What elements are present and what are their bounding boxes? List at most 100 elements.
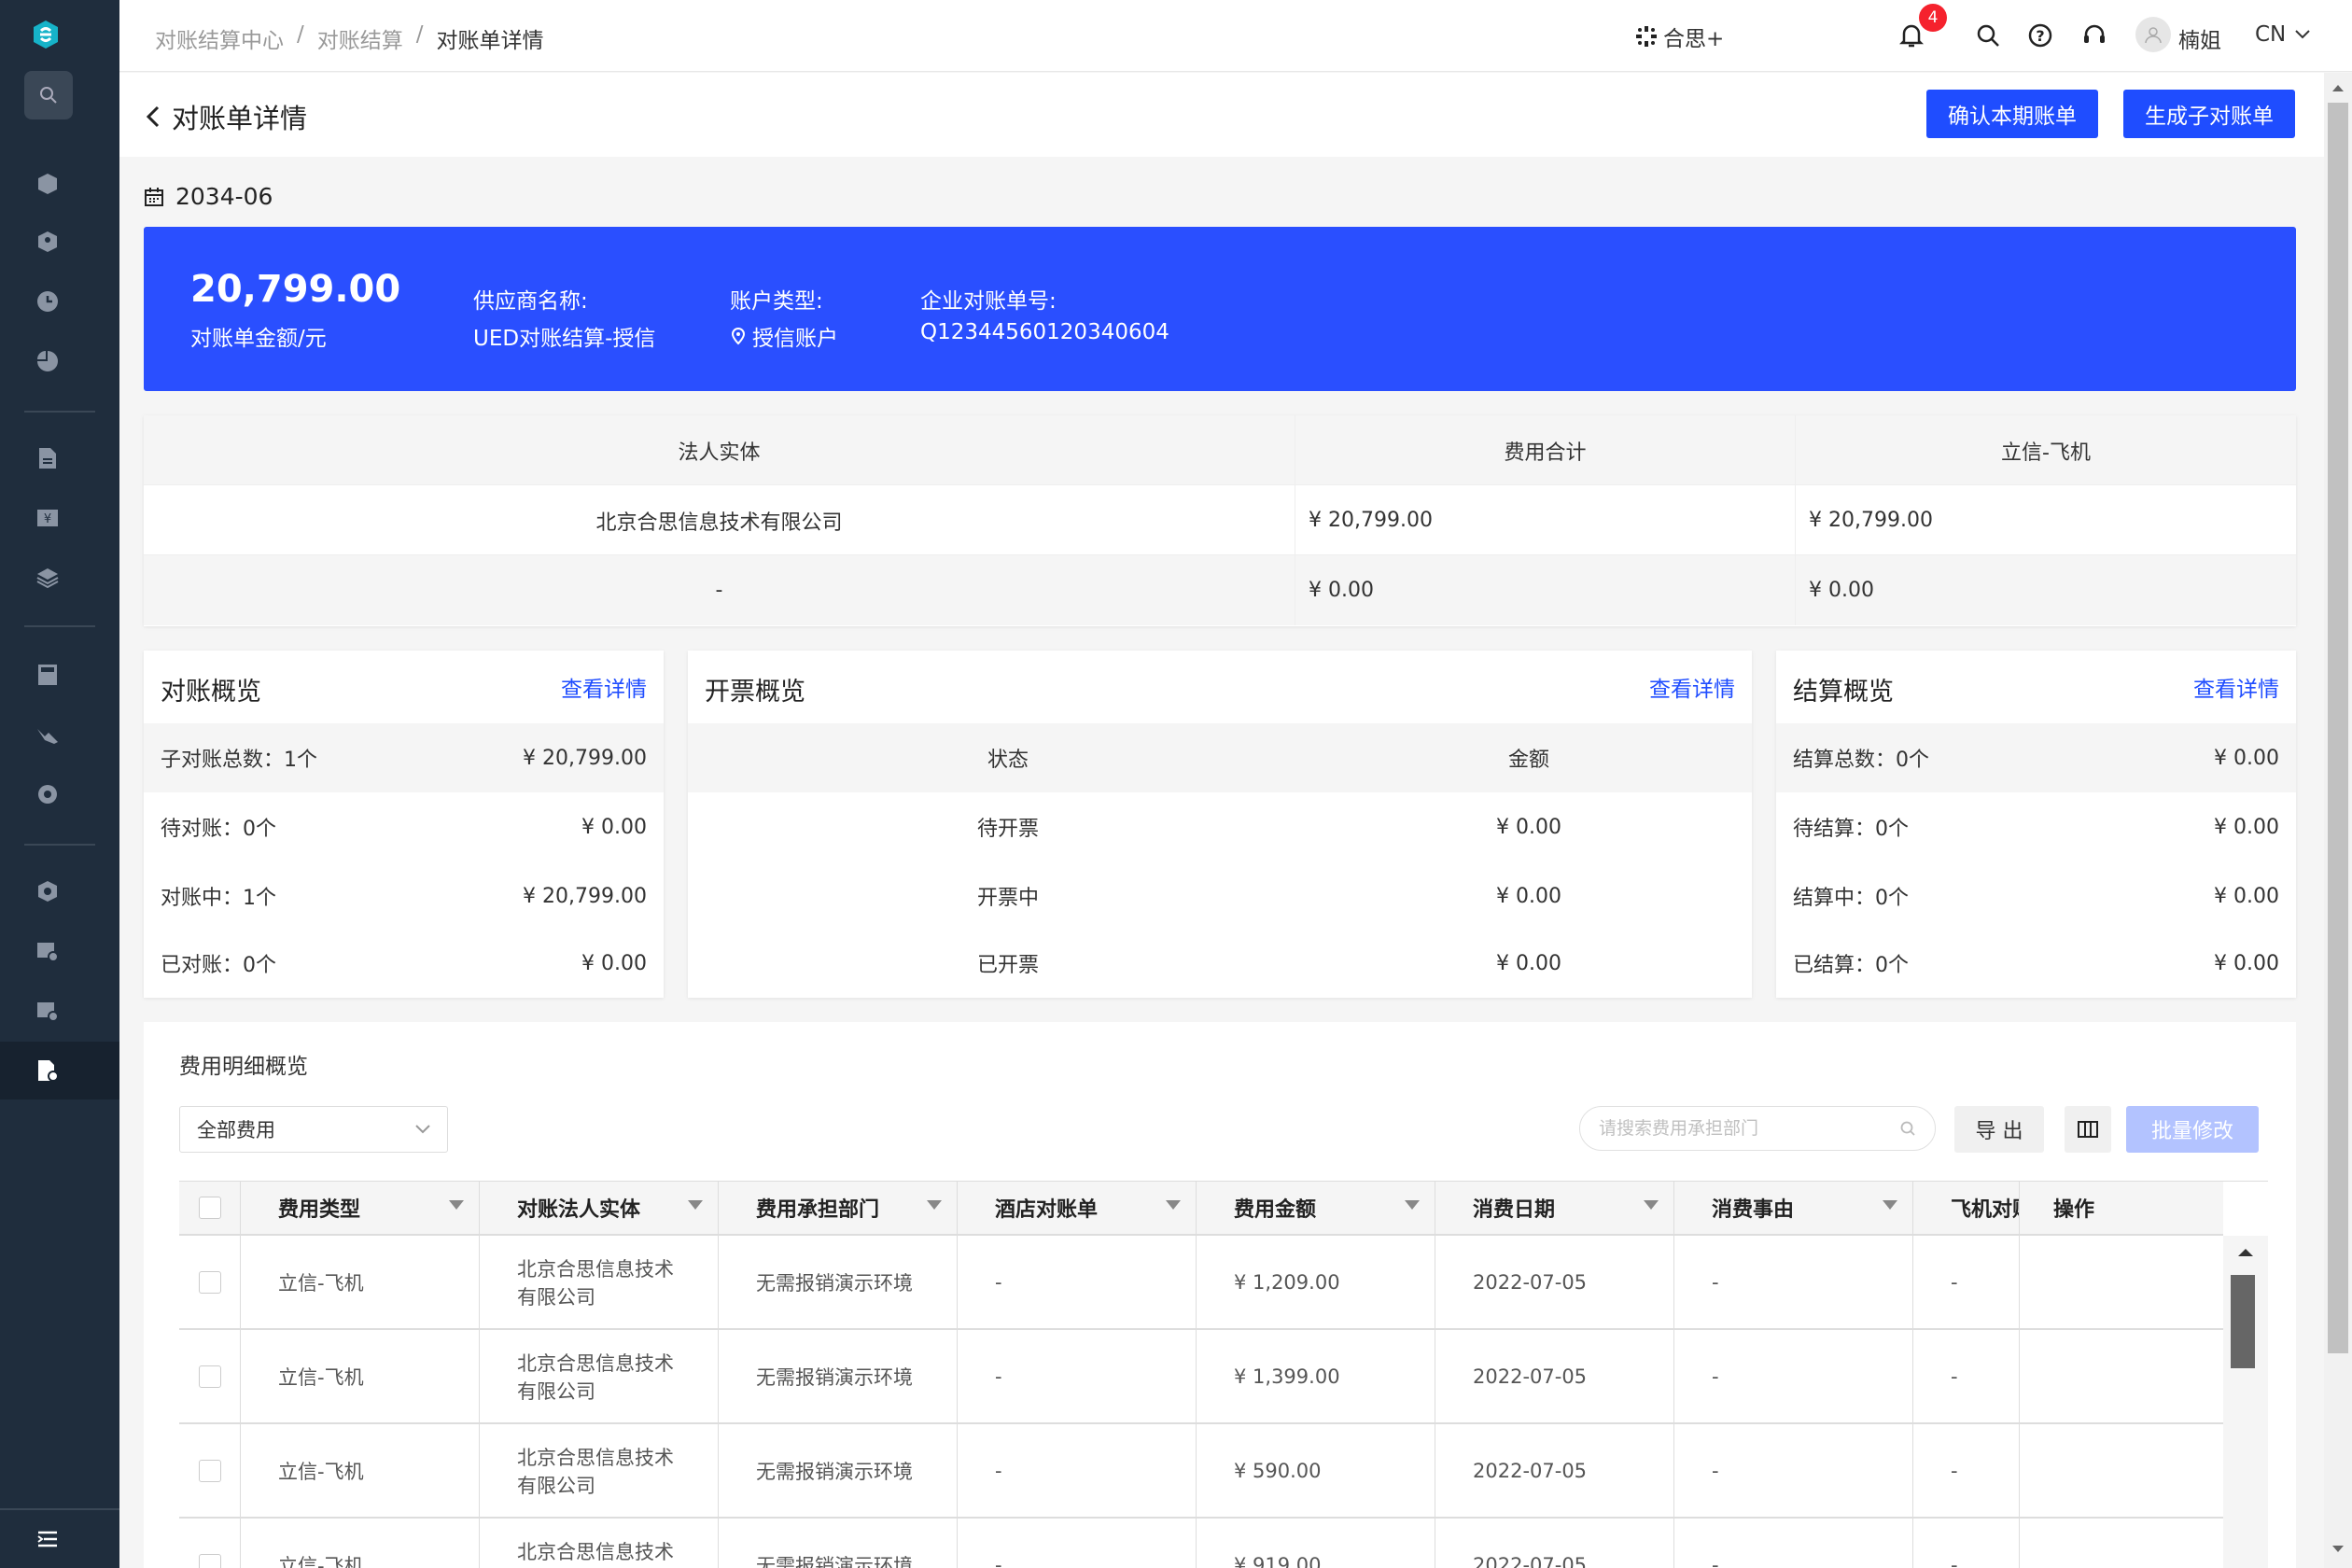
filter-icon[interactable] xyxy=(1644,1200,1659,1210)
sidebar-card-settings-icon[interactable] xyxy=(34,997,62,1025)
table-cell: 2022-07-05 xyxy=(1435,1519,1674,1568)
generate-sub-bill-button[interactable]: 生成子对账单 xyxy=(2123,90,2295,138)
column-header[interactable]: 费用类型 xyxy=(241,1182,480,1234)
sidebar-layers-icon[interactable] xyxy=(34,564,62,592)
select-all-checkbox[interactable] xyxy=(198,1197,221,1219)
search-icon[interactable] xyxy=(1899,1120,1916,1137)
view-details-link[interactable]: 查看详情 xyxy=(2193,671,2279,703)
sidebar-clock-icon[interactable] xyxy=(34,287,62,315)
view-details-link[interactable]: 查看详情 xyxy=(1649,671,1735,703)
headset-icon[interactable] xyxy=(2079,21,2109,50)
sidebar-card-gear-icon[interactable] xyxy=(34,937,62,965)
search-icon[interactable] xyxy=(1973,21,2003,50)
column-header[interactable]: 费用金额 xyxy=(1197,1182,1435,1234)
sidebar-statement-icon[interactable] xyxy=(34,1057,62,1085)
row-checkbox[interactable] xyxy=(198,1365,221,1388)
view-details-link[interactable]: 查看详情 xyxy=(561,671,647,703)
list-item: 子对账总数：1个 ¥ 20,799.00 xyxy=(144,723,664,792)
breadcrumb-item[interactable]: 对账结算中心 xyxy=(155,22,284,54)
column-header[interactable]: 费用承担部门 xyxy=(719,1182,958,1234)
page-title: 对账单详情 xyxy=(172,103,308,134)
calendar-icon xyxy=(145,187,163,206)
table-cell: ¥ 919.00 xyxy=(1197,1519,1435,1568)
help-icon[interactable]: ? xyxy=(2025,21,2055,50)
sidebar-invoice-icon[interactable]: ¥ xyxy=(34,504,62,532)
export-button[interactable]: 导 出 xyxy=(1954,1106,2044,1153)
brand-link[interactable]: 合思+ xyxy=(1635,21,1724,52)
avatar[interactable] xyxy=(2135,17,2171,52)
filter-icon[interactable] xyxy=(927,1200,942,1210)
column-header[interactable]: 酒店对账单 xyxy=(958,1182,1197,1234)
search-input[interactable] xyxy=(1599,1118,1879,1139)
table-cell: ¥ 1,399.00 xyxy=(1197,1330,1435,1422)
select-all-cell xyxy=(179,1182,241,1234)
batch-edit-button[interactable]: 批量修改 xyxy=(2126,1106,2259,1153)
username[interactable]: 楠姐 xyxy=(2178,22,2221,54)
table-header-row: 费用类型 对账法人实体 费用承担部门 酒店对账单 费用金额 消费日期 消费事由 … xyxy=(179,1182,2223,1236)
table-row[interactable]: 立信-飞机 北京合思信息技术有限公司 无需报销演示环境 - ¥ 1,399.00… xyxy=(179,1330,2223,1424)
item-value: ¥ 0.00 xyxy=(2214,884,2279,908)
app-logo-icon[interactable] xyxy=(32,19,60,50)
sidebar-hexagon-icon[interactable] xyxy=(34,170,62,198)
sidebar-ring-icon[interactable] xyxy=(34,877,62,905)
column-header[interactable]: 消费日期 xyxy=(1435,1182,1674,1234)
table-cell: - xyxy=(958,1424,1197,1517)
scroll-up-icon[interactable] xyxy=(2236,1247,2255,1258)
sidebar-calculator-icon[interactable] xyxy=(34,661,62,689)
table-cell: 2022-07-05 xyxy=(1435,1424,1674,1517)
select-value: 全部费用 xyxy=(197,1119,275,1141)
confirm-bill-button[interactable]: 确认本期账单 xyxy=(1926,90,2098,138)
page-scroll-down-icon[interactable] xyxy=(2331,1544,2345,1555)
row-checkbox[interactable] xyxy=(198,1553,221,1568)
account-type-value: 授信账户 xyxy=(752,327,838,351)
column-header: 操作 xyxy=(2020,1182,2223,1234)
bill-amount: 20,799.00 xyxy=(190,268,401,311)
filter-icon[interactable] xyxy=(1883,1200,1897,1210)
sidebar-document-icon[interactable] xyxy=(34,444,62,472)
column-header[interactable]: 消费事由 xyxy=(1674,1182,1913,1234)
recon-overview-card: 对账概览 查看详情 子对账总数：1个 ¥ 20,799.00 待对账：0个 ¥ 0.… xyxy=(144,651,664,998)
actions-cell xyxy=(2020,1236,2223,1328)
invoice-table-header: 状态 金额 xyxy=(688,723,1752,792)
table-scroll-thumb[interactable] xyxy=(2231,1275,2255,1368)
sidebar-collapse-icon[interactable] xyxy=(34,1525,62,1553)
page-scroll-thumb[interactable] xyxy=(2328,103,2348,1353)
sidebar-search-icon[interactable] xyxy=(24,71,73,119)
sidebar-pie-icon[interactable] xyxy=(34,347,62,375)
table-row[interactable]: 立信-飞机 北京合思信息技术有限公司 无需报销演示环境 - ¥ 919.00 2… xyxy=(179,1519,2223,1568)
supplier-value: UED对账结算-授信 xyxy=(473,327,656,351)
amount-cell: ¥ 0.00 xyxy=(1496,951,1561,975)
column-header[interactable]: 对账法人实体 xyxy=(480,1182,719,1234)
sidebar-handshake-icon[interactable] xyxy=(34,721,62,749)
column-label: 费用类型 xyxy=(278,1198,361,1222)
language-select[interactable]: CN xyxy=(2255,22,2310,47)
expense-filter-select[interactable]: 全部费用 xyxy=(179,1106,448,1153)
table-cell: 无需报销演示环境 xyxy=(719,1330,958,1422)
language-label: CN xyxy=(2255,22,2287,47)
table-cell: 立信-飞机 xyxy=(241,1424,480,1517)
table-row[interactable]: 立信-飞机 北京合思信息技术有限公司 无需报销演示环境 - ¥ 1,209.00… xyxy=(179,1236,2223,1330)
filter-icon[interactable] xyxy=(688,1200,703,1210)
item-label: 已结算：0个 xyxy=(1793,954,1909,977)
sidebar-settings-icon[interactable] xyxy=(34,780,62,808)
filter-icon[interactable] xyxy=(1405,1200,1420,1210)
row-checkbox[interactable] xyxy=(198,1270,221,1294)
table-cell: 北京合思信息技术有限公司 xyxy=(480,1519,719,1568)
row-select-cell xyxy=(179,1424,241,1517)
breadcrumb-item[interactable]: 对账结算 xyxy=(317,22,403,54)
svg-text:¥: ¥ xyxy=(44,512,51,526)
table-row[interactable]: 立信-飞机 北京合思信息技术有限公司 无需报销演示环境 - ¥ 590.00 2… xyxy=(179,1424,2223,1519)
list-item: 对账中：1个 ¥ 20,799.00 xyxy=(144,861,664,931)
brand-icon xyxy=(1636,26,1657,47)
item-value: ¥ 0.00 xyxy=(581,815,647,839)
period-picker[interactable]: 2034-06 xyxy=(144,183,273,210)
filter-icon[interactable] xyxy=(1166,1200,1181,1210)
filter-icon[interactable] xyxy=(449,1200,464,1210)
columns-button[interactable] xyxy=(2065,1106,2111,1153)
row-checkbox[interactable] xyxy=(198,1459,221,1482)
column-header: 金额 xyxy=(1507,749,1549,772)
sidebar-user-icon[interactable] xyxy=(34,228,62,256)
page-scroll-up-icon[interactable] xyxy=(2331,82,2345,93)
column-header[interactable]: 飞机对账 xyxy=(1913,1182,2020,1234)
back-button[interactable]: 对账单详情 xyxy=(146,97,307,136)
